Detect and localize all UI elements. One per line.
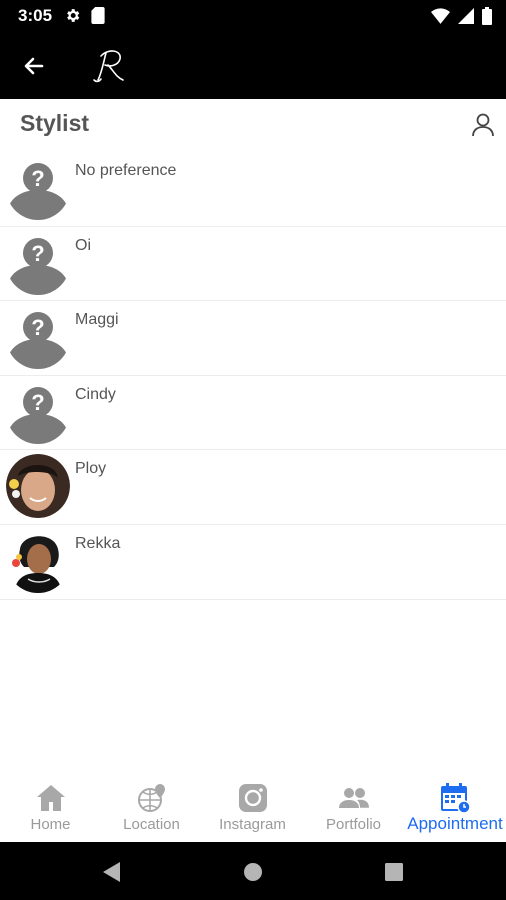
bottom-nav: Home Location Instagram Portfolio Appoin… [0,772,506,842]
home-circle-icon[interactable] [241,860,265,884]
nav-appointment[interactable]: Appointment [404,772,506,842]
status-bar: 3:05 [0,0,506,32]
gear-icon [67,9,80,22]
svg-text:?: ? [31,166,44,191]
svg-text:?: ? [31,241,44,266]
nav-label: Appointment [407,814,503,833]
nav-instagram[interactable]: Instagram [202,772,303,842]
nav-label: Location [123,816,180,833]
people-icon [338,788,369,808]
list-item[interactable]: ? Oi [0,227,506,302]
stylist-name: Rekka [75,534,121,552]
arrow-left-icon [24,57,44,75]
list-item[interactable]: Rekka [0,525,506,600]
list-item[interactable]: Ploy [0,450,506,525]
signal-icon [458,8,474,24]
back-button[interactable] [18,50,50,82]
person-outline-icon[interactable] [470,111,496,137]
system-nav-bar [0,842,506,900]
recents-square-icon[interactable] [382,860,406,884]
placeholder-question-avatar: ? [6,379,70,444]
back-triangle-icon[interactable] [100,860,124,884]
app-bar [0,32,506,99]
stylist-name: Ploy [75,460,107,478]
status-time: 3:05 [18,6,53,25]
nav-location[interactable]: Location [101,772,202,842]
stylist-name: Oi [75,236,91,254]
svg-text:?: ? [31,390,44,415]
section-header: Stylist [0,99,506,149]
photo-avatar [6,528,70,593]
home-icon [36,785,65,811]
stylist-name: Cindy [75,385,116,403]
nav-label: Portfolio [325,816,382,833]
wifi-icon [431,8,450,24]
battery-icon [482,7,492,25]
stylist-name: Maggi [75,311,119,329]
sd-card-icon [91,7,105,24]
nav-portfolio[interactable]: Portfolio [303,772,404,842]
nav-home[interactable]: Home [0,772,101,842]
list-item[interactable]: ? No preference [0,152,506,227]
stylist-list: ? No preference ? Oi ? Maggi ? Cindy Plo… [0,152,506,600]
list-item[interactable]: ? Cindy [0,376,506,451]
nav-label: Instagram [219,816,286,833]
script-r-logo [93,50,124,83]
instagram-icon [238,784,267,812]
svg-text:?: ? [31,315,44,340]
globe-pin-icon [137,784,165,812]
placeholder-question-avatar: ? [6,230,70,295]
calendar-icon [441,783,471,814]
photo-avatar [6,454,70,519]
list-item[interactable]: ? Maggi [0,301,506,376]
placeholder-question-avatar: ? [6,305,70,370]
nav-label: Home [30,816,71,833]
page-title: Stylist [20,110,90,136]
placeholder-question-avatar: ? [6,156,70,220]
stylist-name: No preference [75,162,177,179]
